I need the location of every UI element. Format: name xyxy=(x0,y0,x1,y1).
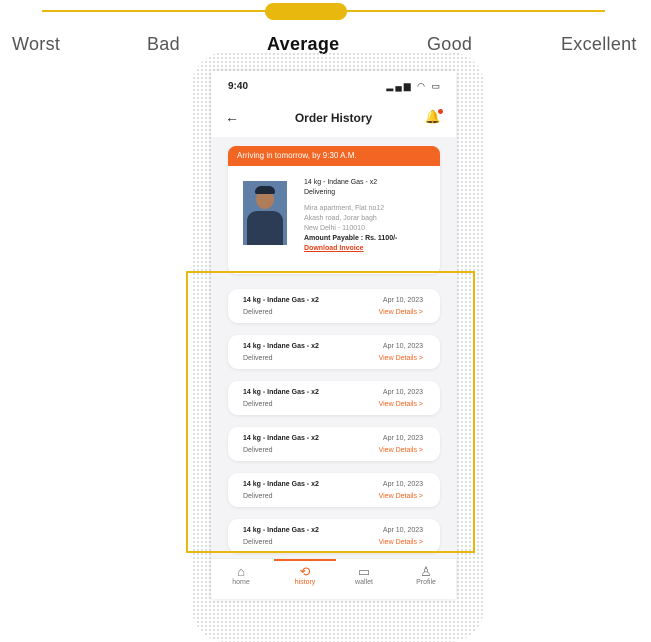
tab-history[interactable]: ⟲ history xyxy=(280,564,330,587)
active-order-details: 14 kg - Indane Gas - x2 Delivering Mira … xyxy=(304,178,434,254)
delivery-person-avatar xyxy=(243,181,287,245)
history-icon: ⟲ xyxy=(299,564,311,579)
rating-label-bad[interactable]: Bad xyxy=(147,34,180,55)
address-line-1: Mira apartment, Flat no12 xyxy=(304,205,385,212)
tab-wallet-label: wallet xyxy=(355,579,373,586)
rating-scale-knob[interactable] xyxy=(265,3,347,20)
app-bar: ← Order History 🔔 xyxy=(211,101,456,137)
amount-payable: Amount Payable : Rs. 1100/- xyxy=(304,235,398,242)
tab-wallet[interactable]: ▭ wallet xyxy=(339,564,389,587)
status-bar: 9:40 ▂▄▆ ◠ ▭ xyxy=(211,71,456,101)
tab-profile-label: Profile xyxy=(416,579,436,586)
active-order-status: Delivering xyxy=(304,189,336,196)
notification-dot xyxy=(438,109,443,114)
address-line-3: New Delhi - 110010 xyxy=(304,225,365,232)
tab-history-label: history xyxy=(294,579,316,586)
status-icons: ▂▄▆ ◠ ▭ xyxy=(386,81,442,91)
tab-profile[interactable]: ♙ Profile xyxy=(401,564,451,587)
download-invoice-link[interactable]: Download Invoice xyxy=(304,244,434,254)
status-time: 9:40 xyxy=(228,81,249,92)
active-order-product: 14 kg - Indane Gas - x2 xyxy=(304,179,378,186)
rating-label-excellent[interactable]: Excellent xyxy=(561,34,637,55)
bottom-tab-bar: ⌂ home ⟲ history ▭ wallet ♙ Profile xyxy=(211,558,456,599)
home-icon: ⌂ xyxy=(237,564,245,579)
active-tab-indicator xyxy=(274,559,336,561)
active-order-card[interactable]: Arriving in tomorrow, by 9:30 A.M. 14 kg… xyxy=(228,146,440,274)
highlight-frame xyxy=(186,271,475,553)
wallet-icon: ▭ xyxy=(357,564,371,579)
profile-icon: ♙ xyxy=(420,564,432,579)
page-title: Order History xyxy=(294,111,373,125)
arrival-banner: Arriving in tomorrow, by 9:30 A.M. xyxy=(228,146,440,166)
tab-home-label: home xyxy=(232,579,250,586)
tab-home[interactable]: ⌂ home xyxy=(216,564,266,587)
address-line-2: Akash road, Jorar bagh xyxy=(304,215,377,222)
rating-label-worst[interactable]: Worst xyxy=(12,34,60,55)
